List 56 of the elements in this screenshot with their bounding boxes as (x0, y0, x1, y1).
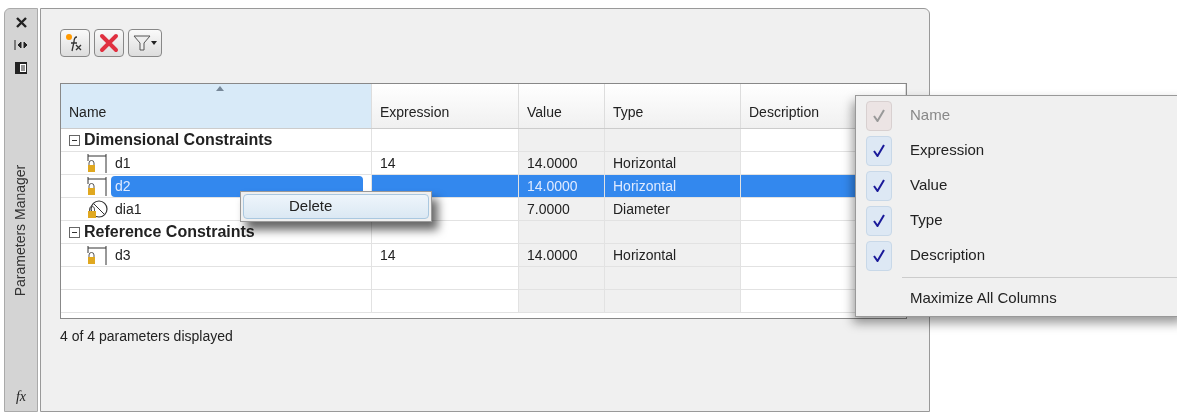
check-icon (873, 179, 885, 192)
checkbox[interactable] (866, 170, 892, 201)
parameter-name[interactable]: d3 (111, 244, 135, 266)
check-icon (873, 109, 885, 122)
linear-constraint-icon (87, 245, 109, 265)
table-cell: 7.0000 (519, 198, 605, 220)
check-icon (873, 144, 885, 157)
sort-arrow-icon (216, 86, 224, 91)
linear-constraint-icon (87, 176, 109, 196)
parameter-name[interactable]: d1 (111, 152, 135, 174)
table-cell: 14.0000 (519, 152, 605, 174)
table-cell: Horizontal (605, 244, 741, 266)
checkbox[interactable] (866, 135, 892, 166)
menu-item[interactable]: Type (856, 203, 1177, 238)
table-cell: 14.0000 (519, 244, 605, 266)
checkbox[interactable] (866, 240, 892, 271)
menu-item-label: Type (909, 210, 943, 231)
table-cell: 14.0000 (519, 175, 605, 197)
new-parameter-button[interactable] (60, 29, 90, 57)
delete-icon (99, 33, 119, 53)
check-icon (873, 214, 885, 227)
parameter-name[interactable]: dia1 (111, 198, 146, 220)
collapse-icon[interactable] (69, 226, 80, 238)
menu-item-label: Name (909, 105, 950, 126)
column-header[interactable]: Expression (372, 84, 519, 128)
properties-icon[interactable] (15, 62, 27, 74)
linear-constraint-icon (87, 153, 109, 173)
column-header[interactable]: Name (61, 84, 372, 128)
menu-item-label: Description (909, 245, 986, 266)
check-icon (873, 249, 885, 262)
diameter-constraint-icon (87, 199, 109, 219)
status-text: 4 of 4 parameters displayed (60, 327, 234, 346)
collapse-icon[interactable] (69, 134, 80, 146)
menu-item[interactable]: Expression (856, 133, 1177, 168)
filter-button[interactable] (128, 29, 162, 57)
menu-item[interactable]: Delete (243, 194, 429, 219)
fx-label: fx (15, 388, 27, 406)
checkbox[interactable] (866, 205, 892, 236)
menu-item[interactable]: Description (856, 238, 1177, 273)
close-icon[interactable] (15, 17, 27, 28)
group-label: Dimensional Constraints (84, 130, 273, 150)
column-header[interactable]: Type (605, 84, 741, 128)
menu-item[interactable]: Value (856, 168, 1177, 203)
filter-icon (133, 34, 151, 52)
caret-icon (151, 41, 157, 45)
table-cell: Horizontal (605, 152, 741, 174)
auto-hide-icon[interactable] (14, 40, 28, 50)
group-label: Reference Constraints (84, 222, 255, 242)
menu-item[interactable]: Maximize All Columns (856, 282, 1177, 314)
delete-button[interactable] (94, 29, 124, 57)
panel-title: Parameters Manager (11, 164, 30, 296)
table-cell: Diameter (605, 198, 741, 220)
menu-item-label: Value (909, 175, 948, 196)
menu-item-label: Expression (909, 140, 985, 161)
column-header[interactable]: Value (519, 84, 605, 128)
table-cell: Horizontal (605, 175, 741, 197)
